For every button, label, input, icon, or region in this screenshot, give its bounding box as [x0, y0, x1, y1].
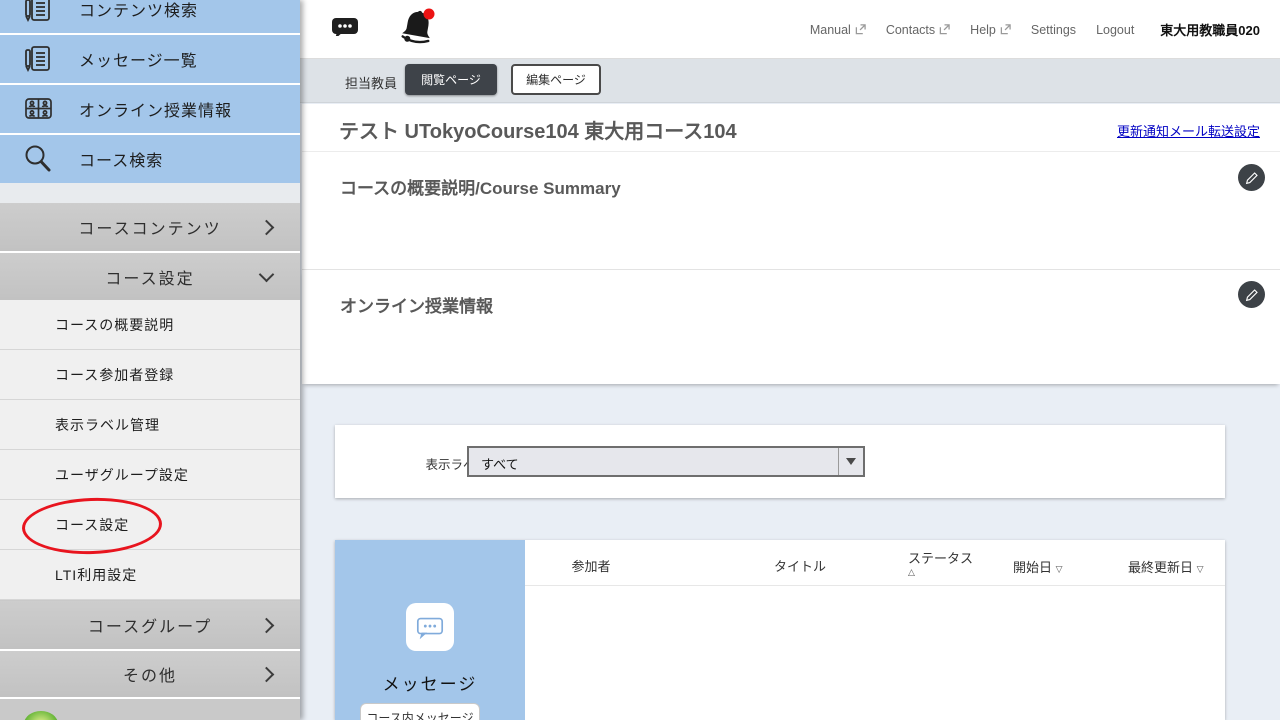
- sidebar-item-label: コース検索: [79, 147, 163, 171]
- sidebar-item-label: コンテンツ検索: [79, 0, 198, 21]
- table-header-divider: [525, 585, 1225, 586]
- sidebar-group-others[interactable]: その他: [0, 651, 300, 697]
- select-value: すべて: [481, 454, 519, 473]
- logout-link[interactable]: Logout: [1096, 23, 1134, 37]
- edit-course-summary-button[interactable]: [1238, 164, 1265, 191]
- sidebar-item-message-list[interactable]: メッセージ一覧: [0, 35, 300, 83]
- column-header-title: タイトル: [750, 556, 850, 575]
- app-root: コンテンツ検索 メッセージ一覧: [0, 0, 1280, 720]
- group-label: コース設定: [105, 265, 194, 289]
- external-link-icon: [1000, 24, 1011, 35]
- select-dropdown-arrow-icon[interactable]: [838, 448, 863, 475]
- link-label: Help: [970, 23, 996, 37]
- main-area: Manual Contacts Help Settings Logout 東大用…: [300, 0, 1280, 720]
- lms-logo: [24, 711, 58, 720]
- sort-ascending-icon: △: [908, 567, 973, 578]
- help-link[interactable]: Help: [970, 23, 1011, 37]
- message-card-title: メッセージ: [335, 670, 525, 695]
- sidebar-item-label: オンライン授業情報: [79, 97, 232, 121]
- update-notification-mail-link[interactable]: 更新通知メール転送設定: [1117, 121, 1260, 140]
- sidebar-item-course-summary[interactable]: コースの概要説明: [0, 300, 300, 350]
- sidebar-item-course-settings[interactable]: コース設定: [0, 500, 300, 550]
- content-search-notes-icon: [19, 0, 57, 24]
- column-label: ステータス: [908, 548, 973, 567]
- column-label: 開始日: [1013, 560, 1052, 575]
- top-header: Manual Contacts Help Settings Logout 東大用…: [300, 0, 1280, 59]
- chevron-right-icon: [259, 666, 275, 682]
- edit-online-class-info-button[interactable]: [1238, 281, 1265, 308]
- link-label: Manual: [810, 23, 851, 37]
- sidebar-item-participant-registration[interactable]: コース参加者登録: [0, 350, 300, 400]
- submenu-label: 表示ラベル管理: [55, 415, 160, 435]
- pencil-icon: [1245, 288, 1259, 302]
- group-label: その他: [123, 662, 177, 686]
- chevron-right-icon: [259, 617, 275, 633]
- sidebar: コンテンツ検索 メッセージ一覧: [0, 0, 300, 720]
- role-label: 担当教員: [345, 73, 397, 92]
- online-class-grid-icon: [19, 94, 57, 124]
- display-label-filter-panel: 表示ラベル すべて: [335, 425, 1225, 498]
- sort-descending-icon: ▽: [1197, 564, 1204, 574]
- sidebar-item-lti-settings[interactable]: LTI利用設定: [0, 550, 300, 600]
- tab-view-page[interactable]: 閲覧ページ: [405, 64, 497, 95]
- message-table-panel: メッセージ コース内メッセージ 参加者 タイトル ステータス △ 開始日 ▽ 最…: [335, 540, 1225, 720]
- sidebar-item-online-class-info[interactable]: オンライン授業情報: [0, 85, 300, 133]
- sidebar-spacer: [0, 183, 300, 203]
- course-title: テスト UTokyoCourse104 東大用コース104: [339, 115, 737, 144]
- notification-bell-icon[interactable]: [398, 6, 440, 57]
- tab-edit-page[interactable]: 編集ページ: [511, 64, 601, 95]
- header-links: Manual Contacts Help Settings Logout 東大用…: [810, 0, 1260, 59]
- online-class-info-section: オンライン授業情報: [302, 270, 1280, 384]
- notification-badge: [424, 9, 435, 20]
- course-title-row: テスト UTokyoCourse104 東大用コース104 更新通知メール転送設…: [302, 104, 1280, 152]
- external-link-icon: [855, 24, 866, 35]
- group-label: コースコンテンツ: [78, 215, 221, 239]
- chevron-right-icon: [259, 219, 275, 235]
- column-header-status[interactable]: ステータス △: [908, 548, 973, 578]
- speech-bubble-icon: [413, 612, 447, 642]
- group-label: コースグループ: [88, 613, 212, 637]
- sidebar-group-course-group[interactable]: コースグループ: [0, 601, 300, 649]
- message-list-notes-icon: [19, 44, 57, 74]
- column-header-start-date[interactable]: 開始日 ▽: [1013, 557, 1063, 576]
- submenu-label: コース参加者登録: [55, 365, 174, 385]
- manual-link[interactable]: Manual: [810, 23, 866, 37]
- link-label: Logout: [1096, 23, 1134, 37]
- pencil-icon: [1245, 171, 1259, 185]
- course-message-button[interactable]: コース内メッセージ: [360, 703, 480, 720]
- chat-icon[interactable]: [330, 6, 360, 41]
- column-header-last-updated[interactable]: 最終更新日 ▽: [1128, 557, 1204, 576]
- sidebar-item-content-search[interactable]: コンテンツ検索: [0, 0, 300, 33]
- external-link-icon: [939, 24, 950, 35]
- section-title: オンライン授業情報: [340, 292, 493, 317]
- chevron-down-icon: [259, 267, 275, 283]
- submenu-label: コースの概要説明: [55, 315, 174, 335]
- link-label: Settings: [1031, 23, 1076, 37]
- message-category-card: メッセージ コース内メッセージ: [335, 540, 525, 720]
- sidebar-group-course-contents[interactable]: コースコンテンツ: [0, 203, 300, 251]
- column-header-participants: 参加者: [541, 556, 641, 575]
- divider: [0, 697, 300, 699]
- sidebar-item-user-group-settings[interactable]: ユーザグループ設定: [0, 450, 300, 500]
- sidebar-item-course-search[interactable]: コース検索: [0, 135, 300, 183]
- sidebar-group-course-settings[interactable]: コース設定: [0, 253, 300, 300]
- message-bubble-tile: [406, 603, 454, 651]
- course-summary-section: コースの概要説明/Course Summary: [302, 152, 1280, 270]
- submenu-label: コース設定: [55, 515, 129, 535]
- username-label: 東大用教職員020: [1160, 20, 1260, 39]
- column-label: 最終更新日: [1128, 560, 1193, 575]
- sort-descending-icon: ▽: [1056, 564, 1063, 574]
- tab-bar: 担当教員 閲覧ページ 編集ページ: [300, 59, 1280, 103]
- search-icon: [19, 143, 57, 175]
- sidebar-item-display-label-management[interactable]: 表示ラベル管理: [0, 400, 300, 450]
- settings-link[interactable]: Settings: [1031, 23, 1076, 37]
- submenu-label: LTI利用設定: [55, 565, 137, 585]
- sidebar-item-label: メッセージ一覧: [79, 47, 198, 71]
- display-label-select[interactable]: すべて: [467, 446, 865, 477]
- submenu-label: ユーザグループ設定: [55, 465, 189, 485]
- link-label: Contacts: [886, 23, 935, 37]
- contacts-link[interactable]: Contacts: [886, 23, 950, 37]
- section-title: コースの概要説明/Course Summary: [340, 174, 621, 199]
